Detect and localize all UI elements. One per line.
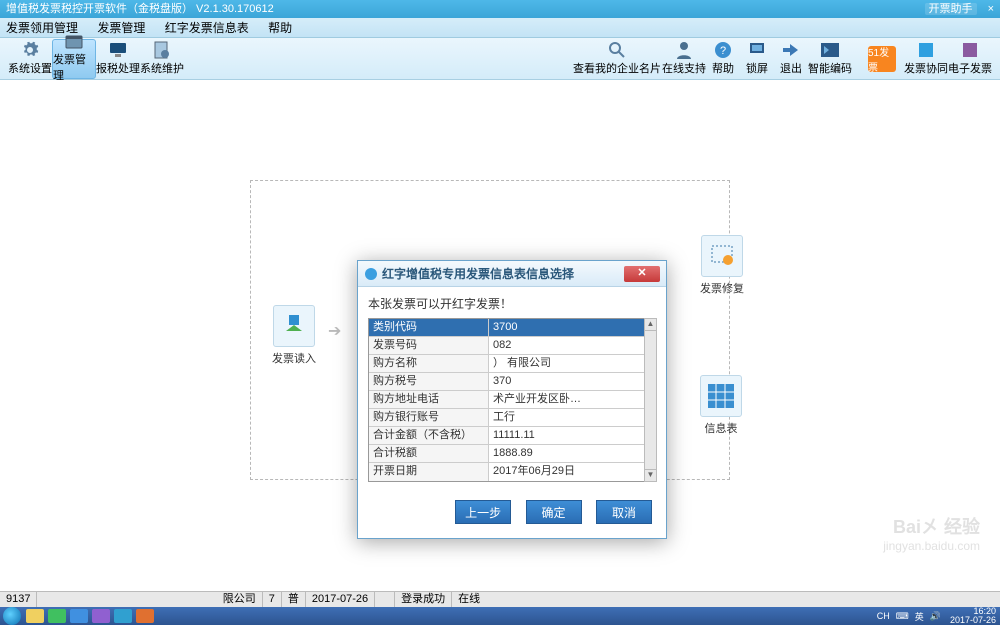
menu-item[interactable]: 发票管理 [97,21,145,35]
calendar-icon [64,34,84,50]
menu-item[interactable]: 发票领用管理 [6,21,78,35]
toolbar-my-card[interactable]: 查看我的企业名片 [572,39,662,79]
status-num: 7 [263,592,282,607]
doc-gear-icon [152,41,172,59]
help-icon: ? [713,41,733,59]
tray-clock[interactable]: 16:202017-07-26 [950,607,996,625]
tray-sound-icon[interactable]: 🔊 [930,611,941,622]
menu-item[interactable]: 红字发票信息表 [165,21,249,35]
status-net: 在线 [452,592,486,607]
gear-icon [20,41,40,59]
dialog-table: 类别代码3700 发票号码082 购方名称） 有限公司 购方税号370 购方地址… [368,318,656,482]
node-invoice-repair[interactable]: 发票修复 [700,235,744,296]
status-type: 普 [282,592,306,607]
toolbar: 系统设置 发票管理 报税处理 系统维护 查看我的企业名片 在线支持 ?帮助 锁屏… [0,38,1000,80]
sync-icon [916,41,936,59]
node-info-table[interactable]: 信息表 [700,375,742,436]
table-row[interactable]: 合计税额1888.89 [369,445,655,463]
toolbar-lock[interactable]: 锁屏 [740,39,774,79]
toolbar-invoice-manage[interactable]: 发票管理 [52,39,96,79]
close-icon[interactable]: × [988,3,994,15]
toolbar-exit[interactable]: 退出 [774,39,808,79]
toolbar-smart-code[interactable]: 智能编码 [808,39,852,79]
search-icon [607,41,627,59]
monitor-icon [108,41,128,59]
ok-button[interactable]: 确定 [526,500,582,524]
menubar: 发票领用管理 发票管理 红字发票信息表 帮助 [0,18,1000,38]
table-row[interactable]: 购方地址电话 术产业开发区卧… [369,391,655,409]
toolbar-system-maint[interactable]: 系统维护 [140,39,184,79]
table-icon [708,384,734,408]
dialog-title: 红字增值税专用发票信息表信息选择 [382,265,574,282]
table-row[interactable]: 购方税号370 [369,373,655,391]
usb-import-icon [281,313,307,339]
taskbar-app-icon[interactable] [136,609,154,623]
arrow-icon: ➔ [328,321,341,341]
svg-text:?: ? [720,45,726,57]
taskbar-app-icon[interactable] [114,609,132,623]
status-date: 2017-07-26 [306,592,375,607]
taskbar-app-icon[interactable] [48,609,66,623]
workspace: 发票读入 ➔ 发票修复 信息表 发票退回 红字增值税专用发票信息表信息选择 ✕ … [0,80,1000,591]
exit-arrow-icon [781,41,801,59]
lock-icon [747,41,767,59]
helper-badge[interactable]: 开票助手 [925,3,977,15]
table-row[interactable]: 类别代码3700 [369,319,655,337]
toolbar-e-invoice[interactable]: 电子发票 [948,39,992,79]
toolbar-help[interactable]: ?帮助 [706,39,740,79]
table-row[interactable]: 购方名称） 有限公司 [369,355,655,373]
node-invoice-import[interactable]: 发票读入 [272,305,316,366]
start-button[interactable] [3,607,21,625]
taskbar: CH ⌨ 英 🔊 16:202017-07-26 [0,607,1000,625]
table-row[interactable]: 发票号码082 [369,337,655,355]
status-id: 9137 [0,592,37,607]
promo-51[interactable]: 51发票 [868,46,896,72]
dialog-red-invoice-select: 红字增值税专用发票信息表信息选择 ✕ 本张发票可以开红字发票！ 类别代码3700… [357,260,667,539]
dialog-titlebar[interactable]: 红字增值税专用发票信息表信息选择 ✕ [358,261,666,287]
system-tray[interactable]: CH ⌨ 英 🔊 16:202017-07-26 [874,607,1000,625]
prev-button[interactable]: 上一步 [455,500,511,524]
window-title: 增值税发票税控开票软件（金税盘版） V2.1.30.170612 [6,0,274,18]
statusbar: 9137 限公司 7 普 2017-07-26 登录成功 在线 [0,591,1000,607]
flag-icon [820,41,840,59]
toolbar-system-settings[interactable]: 系统设置 [8,39,52,79]
table-row[interactable]: 购方银行账号工行 [369,409,655,427]
menu-item[interactable]: 帮助 [268,21,292,35]
dialog-buttons: 上一步 确定 取消 [358,490,666,538]
app-icon [364,267,378,281]
dialog-message: 本张发票可以开红字发票！ [368,295,656,312]
status-login: 登录成功 [395,592,452,607]
toolbar-invoice-sync[interactable]: 发票协同 [904,39,948,79]
scrollbar[interactable]: ▲ ▼ [644,318,657,482]
einvoice-icon [960,41,980,59]
taskbar-app-icon[interactable] [70,609,88,623]
taskbar-app-icon[interactable] [92,609,110,623]
user-icon [674,41,694,59]
window-titlebar: 增值税发票税控开票软件（金税盘版） V2.1.30.170612 开票助手 × [0,0,1000,18]
table-row[interactable]: 合计金额（不含税）11111.11 [369,427,655,445]
taskbar-app-icon[interactable] [26,609,44,623]
toolbar-online-support[interactable]: 在线支持 [662,39,706,79]
close-button[interactable]: ✕ [624,266,660,282]
repair-icon [709,243,735,269]
toolbar-tax-report[interactable]: 报税处理 [96,39,140,79]
table-row[interactable]: 开票日期2017年06月29日 [369,463,655,481]
watermark: Bai㐅 经验 jingyan.baidu.com [883,513,980,553]
cancel-button[interactable]: 取消 [596,500,652,524]
status-company: 限公司 [217,592,263,607]
